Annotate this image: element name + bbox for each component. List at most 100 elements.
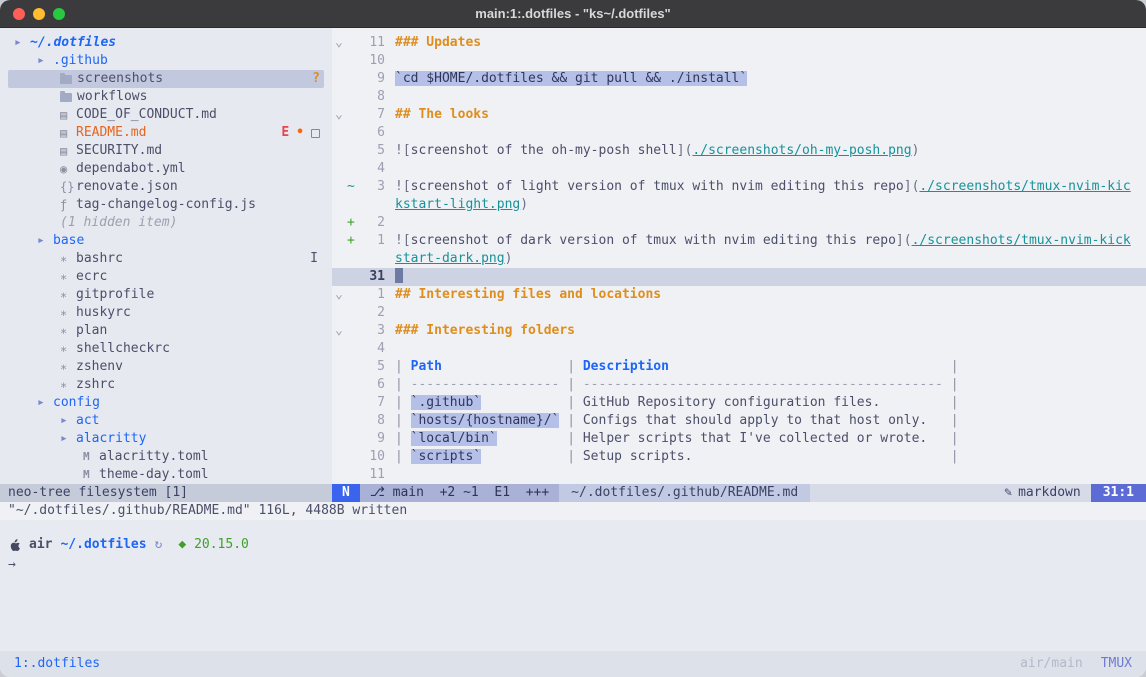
editor-line[interactable]: 10 — [332, 52, 1146, 70]
tree-item-shellcheckrc[interactable]: ∗shellcheckrc — [8, 340, 324, 358]
line-number: 10 — [359, 448, 385, 466]
line-text: ## The looks — [385, 106, 1146, 124]
editor-line[interactable]: 8 — [332, 88, 1146, 106]
tree-item-gitprofile[interactable]: ∗gitprofile — [8, 286, 324, 304]
line-number: 4 — [359, 340, 385, 358]
prompt-input-line[interactable]: → — [8, 556, 1146, 574]
editor-line[interactable]: 5![screenshot of the oh-my-posh shell](.… — [332, 142, 1146, 160]
tree-item-zshenv[interactable]: ∗zshenv — [8, 358, 324, 376]
editor-line[interactable]: 31 — [332, 268, 1146, 286]
fullscreen-button[interactable] — [53, 8, 65, 20]
tree-item-label: zshenv — [76, 358, 123, 376]
editor-line[interactable]: 11 — [332, 466, 1146, 484]
editor-pane[interactable]: ⌄11### Updates109`cd $HOME/.dotfiles && … — [332, 28, 1146, 484]
text-segment: | — [951, 359, 959, 374]
tree-item-tag-changelog-config-js[interactable]: ƒtag-changelog-config.js — [8, 196, 324, 214]
tree-item-workflows[interactable]: workflows — [8, 88, 324, 106]
line-text — [385, 214, 1146, 232]
tree-item-label: base — [53, 232, 84, 250]
tree-item-ecrc[interactable]: ∗ecrc — [8, 268, 324, 286]
text-segment: GitHub Repository configuration files. — [583, 395, 880, 410]
tree-item-base[interactable]: ▸base — [8, 232, 324, 250]
text-segment: ![ — [395, 179, 411, 194]
editor-line[interactable]: ~3![screenshot of light version of tmux … — [332, 178, 1146, 196]
chevron-right-icon[interactable]: ▸ — [60, 412, 76, 430]
star-file-icon: ∗ — [60, 304, 76, 322]
tree-item-readme-md[interactable]: ▤README.mdE• — [8, 124, 324, 142]
editor-line[interactable]: 2 — [332, 304, 1146, 322]
editor-line[interactable]: 4 — [332, 160, 1146, 178]
text-segment: ./screenshots/tmux-nvim-kick — [912, 233, 1131, 248]
editor-line[interactable]: 7| `.github` | GitHub Repository configu… — [332, 394, 1146, 412]
text-segment — [927, 431, 950, 446]
tmux-window-name[interactable]: 1:.dotfiles — [14, 655, 100, 673]
editor-line[interactable]: 8| `hosts/{hostname}/` | Configs that sh… — [332, 412, 1146, 430]
tree-item-label: ~/.dotfiles — [30, 34, 116, 52]
tree-item-huskyrc[interactable]: ∗huskyrc — [8, 304, 324, 322]
tree-item-screenshots[interactable]: screenshots? — [8, 70, 324, 88]
editor-line[interactable]: ⌄7## The looks — [332, 106, 1146, 124]
editor-line[interactable]: start-dark.png) — [332, 250, 1146, 268]
tree-item-plan[interactable]: ∗plan — [8, 322, 324, 340]
line-number: 10 — [359, 52, 385, 70]
text-segment: | — [395, 431, 403, 446]
text-segment — [442, 359, 567, 374]
neotree-status: neo-tree filesystem [1] — [0, 484, 332, 502]
fold-marker-icon[interactable]: ⌄ — [332, 106, 347, 124]
editor-line[interactable]: ⌄3### Interesting folders — [332, 322, 1146, 340]
text-segment — [403, 413, 411, 428]
tree-item-github[interactable]: ▸.github — [8, 52, 324, 70]
editor-line[interactable]: +2 — [332, 214, 1146, 232]
tree-item-theme-day-toml[interactable]: Mtheme-day.toml — [8, 466, 324, 484]
fold-marker-icon[interactable]: ⌄ — [332, 286, 347, 304]
editor-line[interactable]: 4 — [332, 340, 1146, 358]
tree-item-alacritty-toml[interactable]: Malacritty.toml — [8, 448, 324, 466]
folder-icon — [60, 93, 72, 102]
tree-item-act[interactable]: ▸act — [8, 412, 324, 430]
editor-line[interactable]: 10| `scripts` | Setup scripts. | — [332, 448, 1146, 466]
editor-line[interactable]: 9`cd $HOME/.dotfiles && git pull && ./in… — [332, 70, 1146, 88]
chevron-right-icon[interactable]: ▸ — [14, 34, 30, 52]
line-text: | `local/bin` | Helper scripts that I've… — [385, 430, 1146, 448]
editor-line[interactable]: ⌄1## Interesting files and locations — [332, 286, 1146, 304]
git-sign — [347, 250, 359, 268]
tree-item-dotfiles[interactable]: ▸~/.dotfiles — [8, 34, 324, 52]
minimize-button[interactable] — [33, 8, 45, 20]
line-text — [385, 124, 1146, 142]
tmux-statusbar: 1:.dotfiles air/main TMUX — [0, 651, 1146, 677]
neo-tree-panel[interactable]: ▸~/.dotfiles▸.githubscreenshots?workflow… — [0, 28, 332, 484]
editor-line[interactable]: 6 — [332, 124, 1146, 142]
apple-icon — [8, 538, 21, 552]
chevron-right-icon[interactable]: ▸ — [37, 232, 53, 250]
tree-item-zshrc[interactable]: ∗zshrc — [8, 376, 324, 394]
tree-item-security-md[interactable]: ▤SECURITY.md — [8, 142, 324, 160]
editor-line[interactable]: 6| ------------------- | ---------------… — [332, 376, 1146, 394]
editor-line[interactable]: kstart-light.png) — [332, 196, 1146, 214]
tree-item-label: zshrc — [76, 376, 115, 394]
text-segment: Path — [411, 359, 442, 374]
chevron-right-icon[interactable]: ▸ — [60, 430, 76, 448]
tree-item-config[interactable]: ▸config — [8, 394, 324, 412]
tree-item-dependabot-yml[interactable]: ◉dependabot.yml — [8, 160, 324, 178]
line-number: 9 — [359, 70, 385, 88]
tree-item-alacritty[interactable]: ▸alacritty — [8, 430, 324, 448]
tree-item-renovate-json[interactable]: {}renovate.json — [8, 178, 324, 196]
editor-line[interactable]: ⌄11### Updates — [332, 34, 1146, 52]
text-segment — [575, 413, 583, 428]
tree-item-1-hidden-item[interactable]: (1 hidden item) — [8, 214, 324, 232]
editor-line[interactable]: 5| Path | Description | — [332, 358, 1146, 376]
editor-line[interactable]: +1![screenshot of dark version of tmux w… — [332, 232, 1146, 250]
shell-pane[interactable]: air ~/.dotfiles ↻ ◆ 20.15.0 → — [0, 520, 1146, 651]
tree-item-bashrc[interactable]: ∗bashrcI — [8, 250, 324, 268]
node-icon: ◆ — [178, 537, 186, 552]
chevron-right-icon[interactable]: ▸ — [37, 52, 53, 70]
editor-line[interactable]: 9| `local/bin` | Helper scripts that I'v… — [332, 430, 1146, 448]
close-button[interactable] — [13, 8, 25, 20]
line-text: ![screenshot of dark version of tmux wit… — [385, 232, 1146, 250]
tree-item-code-of-conduct-md[interactable]: ▤CODE_OF_CONDUCT.md — [8, 106, 324, 124]
line-number: 4 — [359, 160, 385, 178]
fold-marker-icon[interactable]: ⌄ — [332, 322, 347, 340]
fold-marker-icon[interactable]: ⌄ — [332, 34, 347, 52]
chevron-right-icon[interactable]: ▸ — [37, 394, 53, 412]
text-segment — [927, 413, 950, 428]
